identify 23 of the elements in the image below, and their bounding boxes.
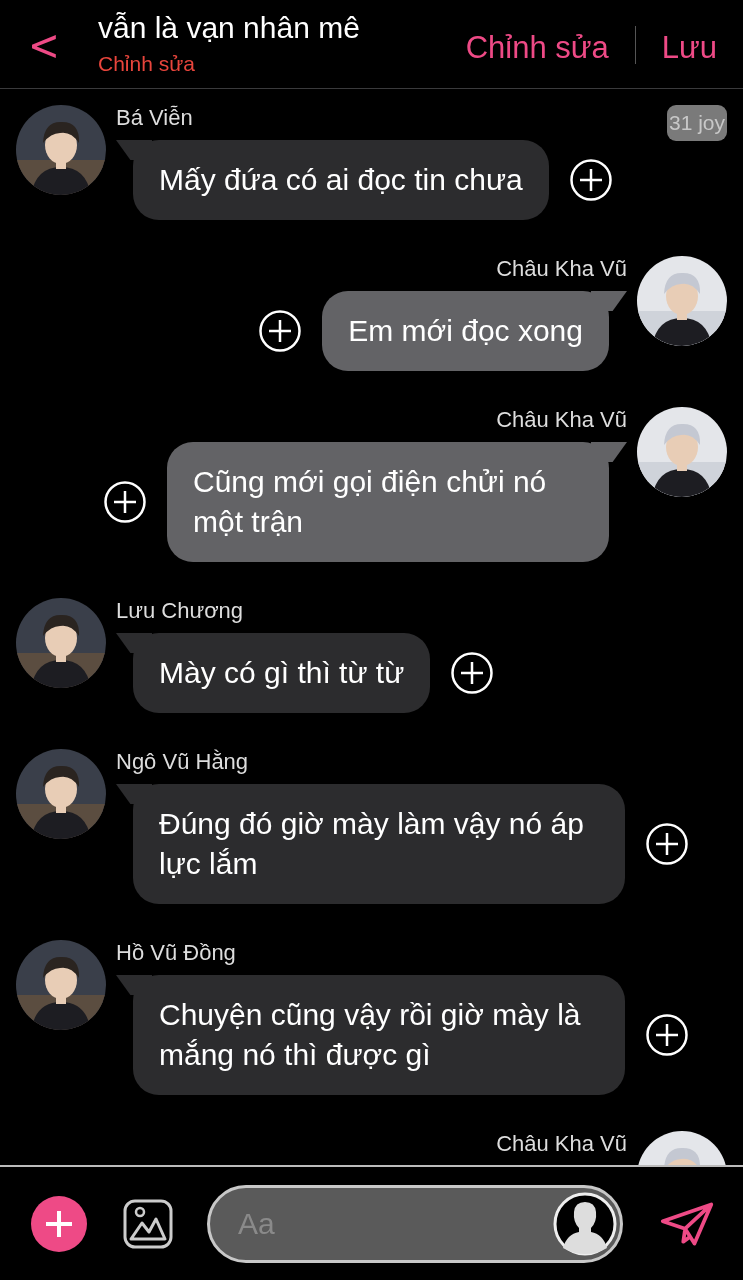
add-reaction-icon[interactable] [568,158,613,202]
add-reaction-icon[interactable] [258,309,303,353]
sender-name: Lưu Chương [116,598,245,624]
badge: 31 joy [666,105,727,141]
chat-title: vẫn là vạn nhân mê [98,10,361,46]
chat-subtitle[interactable]: Chỉnh sửa [98,52,466,76]
add-reaction-icon[interactable] [450,651,495,695]
add-icon[interactable] [31,1195,87,1252]
image-icon[interactable] [123,1198,173,1249]
add-reaction-icon[interactable] [645,1013,689,1057]
header-action-button[interactable]: Lưu [661,30,717,66]
header-action-button[interactable]: Chỉnh sửa [465,30,609,66]
sender-name: Hồ Vũ Đồng [116,940,237,966]
sender-name: Ngô Vũ Hằng [116,749,250,775]
back-button[interactable]: < [28,21,58,71]
send-icon[interactable] [659,1199,715,1248]
sender-name: Bá Viễn [116,105,194,131]
sender-name: Châu Kha Vũ [496,407,627,433]
add-reaction-icon[interactable] [103,480,147,524]
sender-name: Châu Kha Vũ [496,1131,627,1157]
sender-name: Châu Kha Vũ [496,256,627,282]
add-reaction-icon[interactable] [645,822,689,866]
profile-silhouette-icon[interactable] [553,1191,617,1256]
